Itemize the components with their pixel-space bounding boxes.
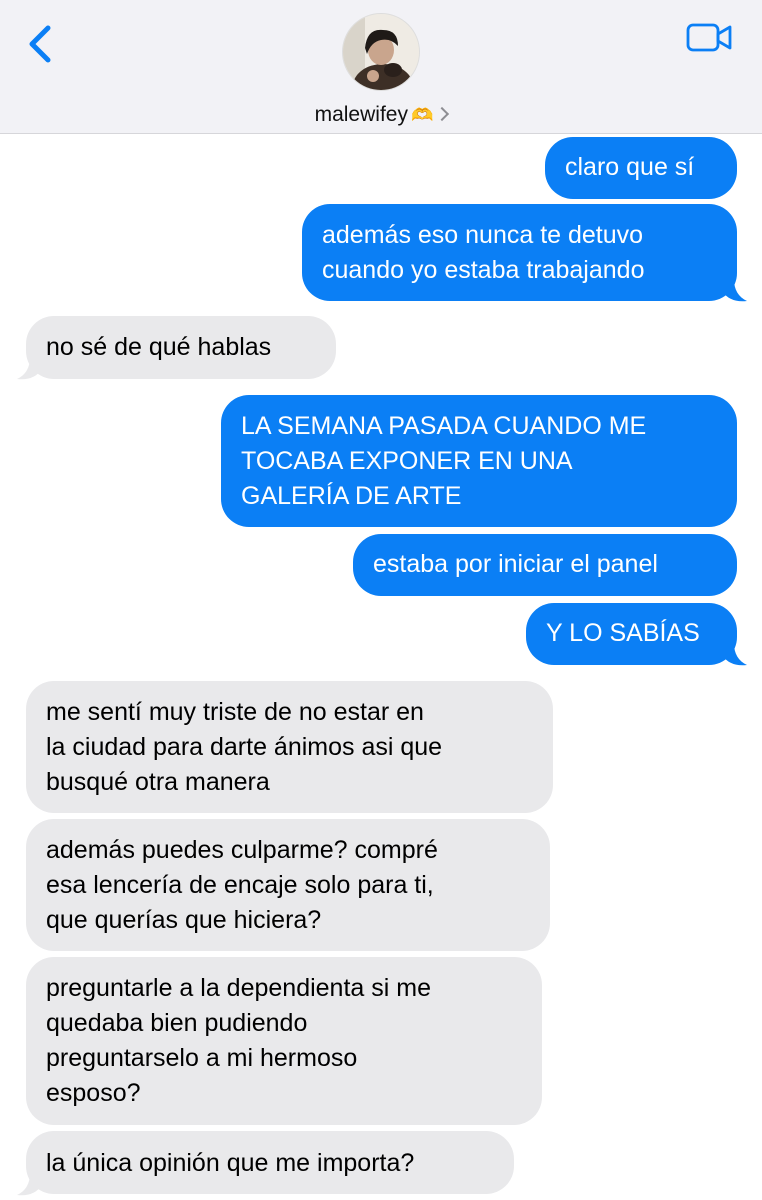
message-text-line: la ciudad para darte ánimos asi que [46,733,443,761]
message-text-line: claro que sí [565,153,695,181]
back-button[interactable] [24,20,60,68]
message-text-line: me sentí muy triste de no estar en [46,698,424,726]
contact-avatar[interactable] [342,13,420,91]
video-camera-icon [686,23,732,52]
message-text-line: preguntarle a la dependienta si me [46,974,431,1002]
message-bubble-incoming[interactable]: preguntarle a la dependienta si me queda… [26,957,542,1125]
message-bubble-incoming[interactable]: me sentí muy triste de no estar en la ci… [26,681,553,813]
chevron-right-icon [435,106,450,122]
message-bubble-outgoing[interactable]: claro que sí [545,137,737,199]
message-text-line: LA SEMANA PASADA CUANDO ME [241,412,647,440]
message-bubble-outgoing[interactable]: estaba por iniciar el panel [353,534,737,596]
contact-emoji: 🫶 [410,105,434,125]
message-bubble-incoming[interactable]: la única opinión que me importa? [26,1131,514,1194]
avatar-photo [343,14,419,90]
contact-name: malewifey [314,103,408,126]
message-text-line: TOCABA EXPONER EN UNA [241,447,573,475]
message-text-line: quedaba bien pudiendo [46,1009,308,1037]
message-text-line: Y LO SABÍAS [546,619,700,647]
message-text-line: que querías que hiciera? [46,906,322,934]
bubble-tail [722,279,747,302]
message-text-line: preguntarselo a mi hermoso [46,1044,358,1072]
message-text-line: además puedes culparme? compré [46,836,438,864]
message-text-line: busqué otra manera [46,768,270,796]
message-text-line: esposo? [46,1079,141,1107]
message-text-line: estaba por iniciar el panel [373,550,658,578]
message-text-line: cuando yo estaba trabajando [322,256,645,284]
chevron-left-icon [29,25,51,63]
bubble-tail [17,357,42,380]
conversation-header: malewifey 🫶 [0,0,762,134]
bubble-tail [722,643,747,666]
message-bubble-outgoing[interactable]: Y LO SABÍAS [526,603,737,665]
message-bubble-outgoing[interactable]: además eso nunca te detuvo cuando yo est… [302,204,737,301]
message-bubble-outgoing[interactable]: LA SEMANA PASADA CUANDO ME TOCABA EXPONE… [221,395,737,527]
message-text-line: esa lencería de encaje solo para ti, [46,871,434,899]
message-text-line: además eso nunca te detuvo [322,221,644,249]
message-text-line: no sé de qué hablas [46,333,272,361]
message-text-line: la única opinión que me importa? [46,1149,415,1177]
video-call-button[interactable] [686,22,734,54]
contact-name-button[interactable]: malewifey 🫶 [0,100,762,130]
bubble-tail [17,1173,42,1196]
message-bubble-incoming[interactable]: además puedes culparme? compré esa lence… [26,819,550,951]
message-text-line: GALERÍA DE ARTE [241,482,462,510]
message-bubble-incoming[interactable]: no sé de qué hablas [26,316,336,379]
